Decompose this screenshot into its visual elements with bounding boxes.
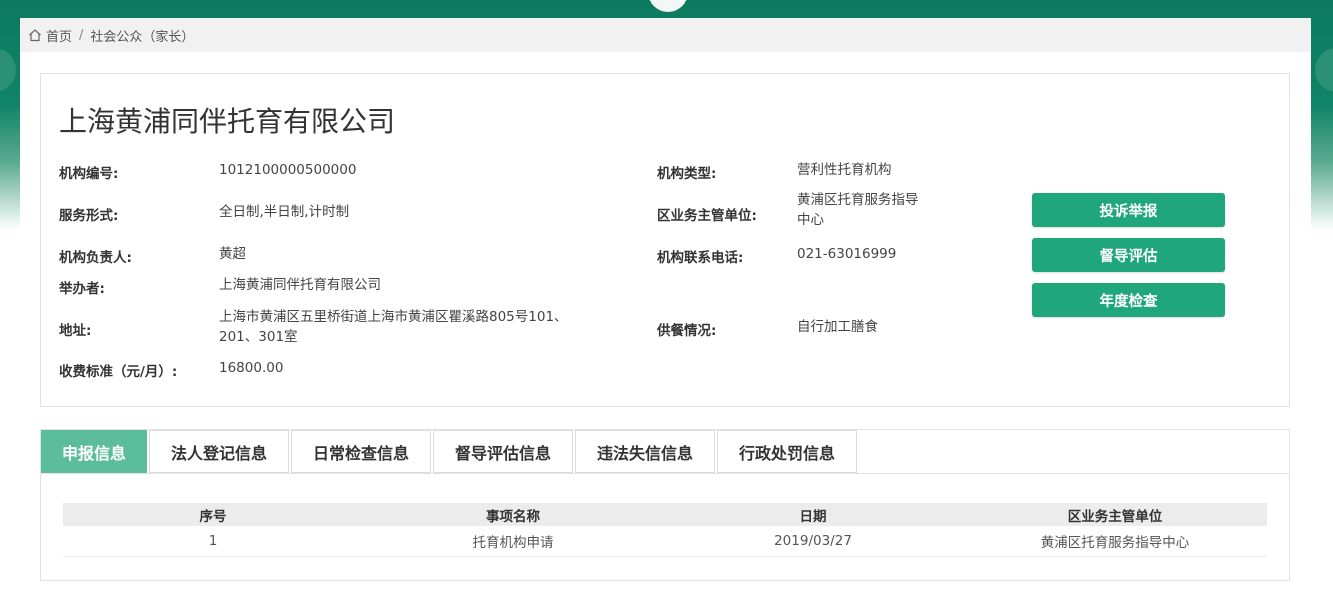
phone-label: 机构联系电话: (657, 250, 744, 266)
principal-value: 黄超 (219, 246, 246, 262)
cell-item: 托育机构申请 (472, 535, 554, 551)
sponsor-value: 上海黄浦同伴托育有限公司 (219, 277, 381, 293)
meal-label: 供餐情况: (657, 323, 717, 339)
org-name-title: 上海黄浦同伴托育有限公司 (59, 105, 396, 138)
column-header-index: 序号 (199, 508, 227, 525)
service-form-value: 全日制,半日制,计时制 (219, 204, 350, 220)
tab-daily-inspection[interactable]: 日常检查信息 (291, 430, 431, 473)
meal-value: 自行加工膳食 (797, 319, 878, 335)
tab-legal-registration[interactable]: 法人登记信息 (149, 430, 289, 473)
sponsor-label: 举办者: (59, 281, 105, 297)
supervision-button[interactable]: 督导评估 (1032, 238, 1225, 272)
org-id-value: 1012100000500000 (219, 162, 357, 178)
annual-inspection-button[interactable]: 年度检查 (1032, 283, 1225, 317)
org-info-card: 上海黄浦同伴托育有限公司 机构编号: 1012100000500000 服务形式… (40, 73, 1290, 407)
supervisor-unit-value-line1: 黄浦区托育服务指导 (797, 192, 919, 208)
fee-value: 16800.00 (219, 360, 284, 376)
column-header-unit: 区业务主管单位 (1067, 508, 1163, 525)
org-type-label: 机构类型: (657, 166, 717, 182)
cell-date: 2019/03/27 (774, 533, 852, 549)
supervisor-unit-label: 区业务主管单位: (657, 208, 757, 224)
supervisor-unit-value-line2: 中心 (797, 212, 824, 228)
breadcrumb: 首页 / 社会公众（家长） (20, 18, 1311, 52)
breadcrumb-current: 社会公众（家长） (90, 29, 195, 45)
address-value-line1: 上海市黄浦区五里桥街道上海市黄浦区瞿溪路805号101、 (219, 309, 568, 325)
column-header-date: 日期 (799, 508, 827, 525)
breadcrumb-home-link[interactable]: 首页 (46, 26, 72, 45)
tab-penalty[interactable]: 行政处罚信息 (717, 430, 857, 473)
cell-unit: 黄浦区托育服务指导中心 (1040, 535, 1190, 551)
cell-index: 1 (208, 533, 218, 549)
address-value-line2: 201、301室 (219, 329, 298, 345)
tab-bar: 申报信息 法人登记信息 日常检查信息 督导评估信息 违法失信信息 行政处罚信息 (41, 430, 859, 474)
declaration-table: 序号 事项名称 日期 区业务主管单位 1 托育机构申请 2019/03/27 黄… (63, 503, 1267, 557)
tab-violation[interactable]: 违法失信信息 (575, 430, 715, 473)
org-type-value: 营利性托育机构 (797, 162, 892, 178)
principal-label: 机构负责人: (59, 250, 132, 266)
tab-declaration[interactable]: 申报信息 (41, 430, 147, 473)
address-label: 地址: (59, 323, 92, 339)
column-header-item: 事项名称 (486, 508, 540, 525)
tab-divider (41, 473, 1289, 474)
home-icon[interactable] (28, 28, 42, 42)
fee-label: 收费标准（元/月）: (59, 364, 178, 380)
phone-value: 021-63016999 (797, 246, 897, 262)
main-content: 首页 / 社会公众（家长） 上海黄浦同伴托育有限公司 机构编号: 1012100… (20, 18, 1311, 600)
breadcrumb-separator: / (79, 27, 84, 43)
complaint-button[interactable]: 投诉举报 (1032, 193, 1225, 227)
table-header: 序号 事项名称 日期 区业务主管单位 (63, 503, 1267, 526)
table-row: 1 托育机构申请 2019/03/27 黄浦区托育服务指导中心 (63, 526, 1267, 557)
org-id-label: 机构编号: (59, 166, 119, 182)
records-panel: 申报信息 法人登记信息 日常检查信息 督导评估信息 违法失信信息 行政处罚信息 … (40, 429, 1290, 581)
service-form-label: 服务形式: (59, 208, 119, 224)
tab-supervision-evaluation[interactable]: 督导评估信息 (433, 430, 573, 473)
